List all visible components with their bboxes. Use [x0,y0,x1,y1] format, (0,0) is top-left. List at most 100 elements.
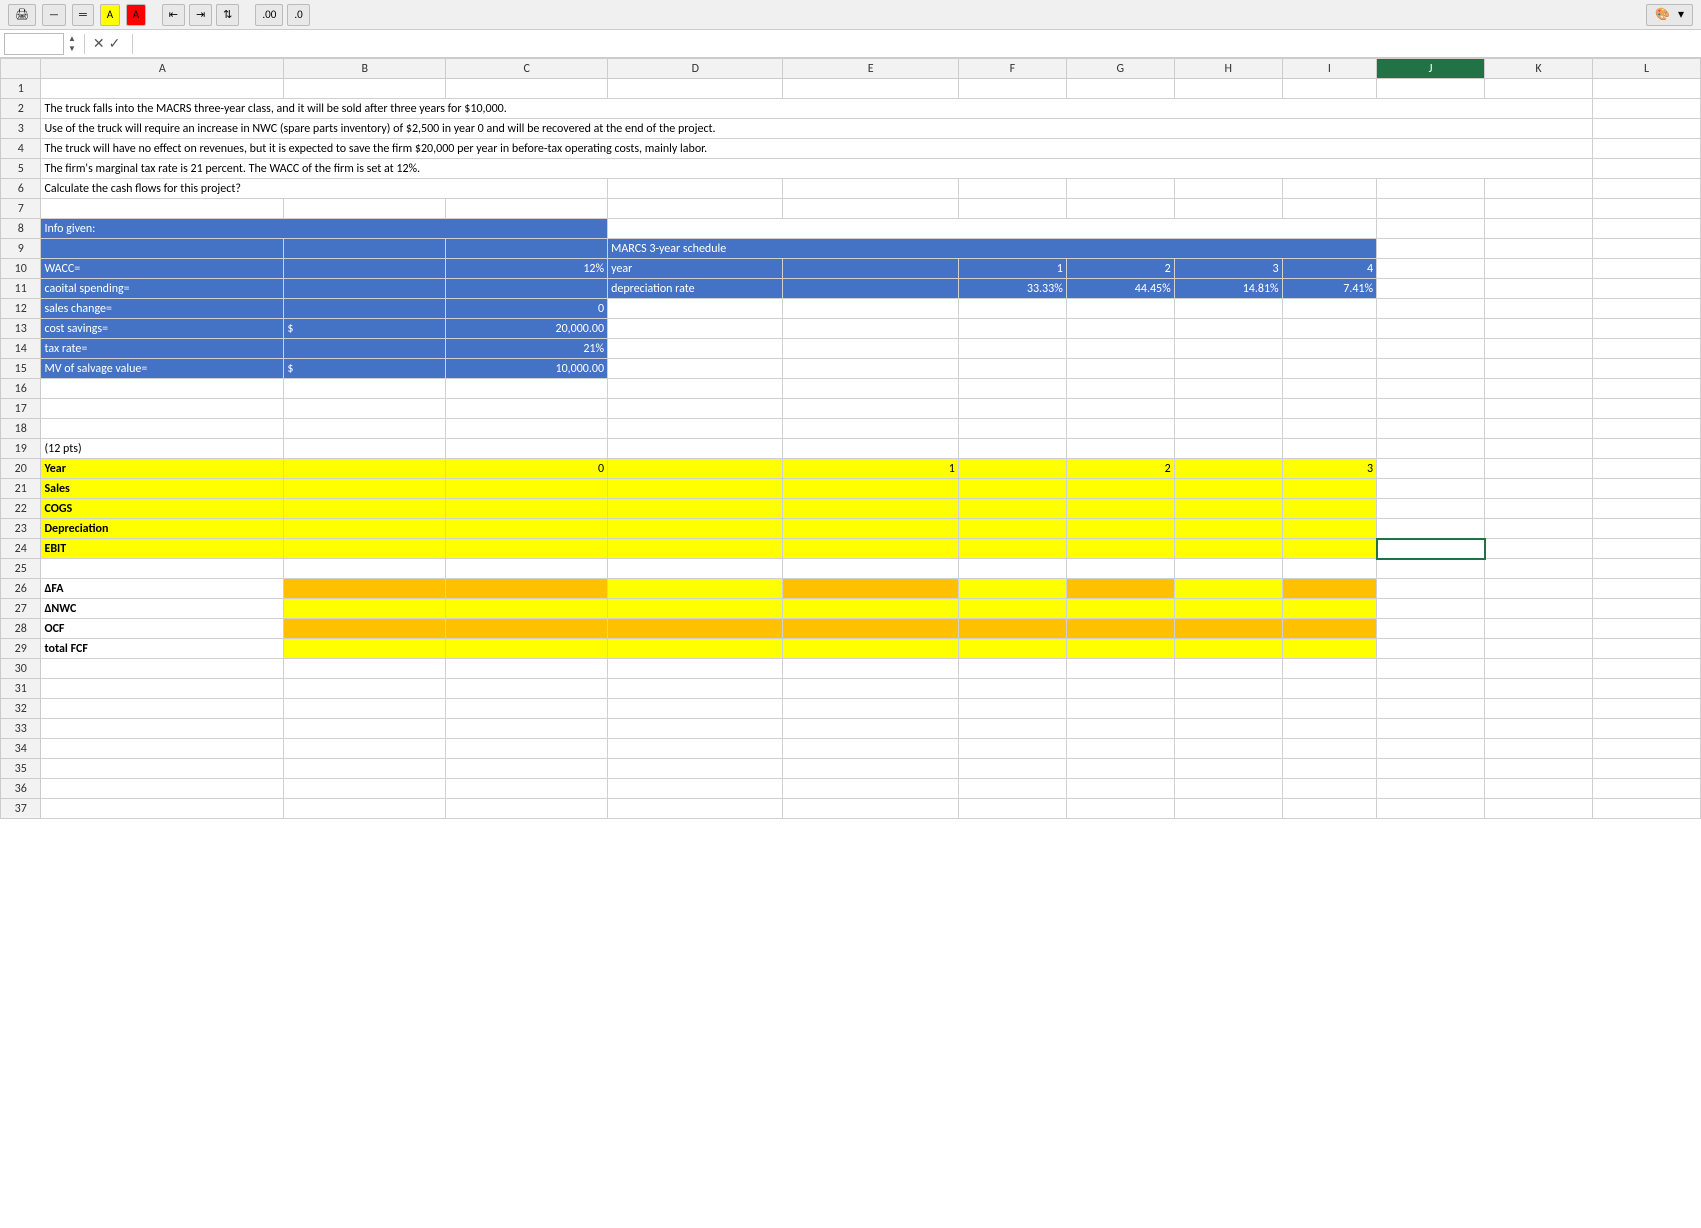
cell[interactable] [608,319,783,339]
cell[interactable] [958,459,1066,479]
empty-cell[interactable] [446,759,608,779]
empty-cell[interactable] [1066,699,1174,719]
cell[interactable] [1592,239,1700,259]
empty-cell[interactable] [1066,559,1174,579]
cell[interactable] [1282,299,1376,319]
cell[interactable] [1066,579,1174,599]
cell[interactable]: The truck will have no effect on revenue… [41,139,1592,159]
cell[interactable] [1174,479,1282,499]
cell[interactable] [284,519,446,539]
cell-reference-box[interactable] [4,33,64,55]
cell[interactable]: WACC= [41,259,284,279]
cell[interactable] [1377,259,1485,279]
empty-cell[interactable] [1485,759,1593,779]
cell[interactable]: ΔFA [41,579,284,599]
cell[interactable] [1377,179,1485,199]
empty-cell[interactable] [284,739,446,759]
empty-cell[interactable] [1377,379,1485,399]
empty-cell[interactable] [958,399,1066,419]
empty-cell[interactable] [783,379,958,399]
empty-cell[interactable] [1282,799,1376,819]
empty-cell[interactable] [1592,399,1700,419]
cell[interactable] [1066,519,1174,539]
cell[interactable]: 2 [1066,459,1174,479]
empty-cell[interactable] [958,739,1066,759]
cell[interactable] [1592,339,1700,359]
cell[interactable] [1377,279,1485,299]
cell[interactable] [783,619,958,639]
cell[interactable] [1592,79,1700,99]
empty-cell[interactable] [783,759,958,779]
cell[interactable] [446,599,608,619]
cell[interactable] [284,639,446,659]
cell[interactable] [1066,499,1174,519]
cell[interactable] [1592,519,1700,539]
cell[interactable] [608,539,783,559]
cell[interactable]: tax rate= [41,339,284,359]
cell[interactable] [1592,179,1700,199]
empty-cell[interactable] [783,739,958,759]
cell[interactable] [446,79,608,99]
empty-cell[interactable] [1485,679,1593,699]
cell[interactable]: Depreciation [41,519,284,539]
cell[interactable] [958,539,1066,559]
cell[interactable] [284,599,446,619]
empty-cell[interactable] [446,679,608,699]
cell[interactable] [608,179,783,199]
empty-cell[interactable] [608,799,783,819]
empty-cell[interactable] [284,719,446,739]
empty-cell[interactable] [41,759,284,779]
cell[interactable] [608,339,783,359]
cell[interactable]: 20,000.00 [446,319,608,339]
cell[interactable] [1174,639,1282,659]
empty-cell[interactable] [1485,379,1593,399]
cell[interactable] [1592,279,1700,299]
cell[interactable] [1377,219,1485,239]
cell[interactable] [1282,179,1376,199]
cell[interactable] [1282,499,1376,519]
cell[interactable] [284,239,446,259]
empty-cell[interactable] [1377,739,1485,759]
cell[interactable] [1377,299,1485,319]
cell[interactable] [958,479,1066,499]
empty-cell[interactable] [958,659,1066,679]
cell[interactable] [1485,299,1593,319]
cell[interactable]: Info given: [41,219,608,239]
cell[interactable] [446,579,608,599]
cell[interactable] [608,579,783,599]
empty-cell[interactable] [284,379,446,399]
cell[interactable]: Sales [41,479,284,499]
cell[interactable]: ΔNWC [41,599,284,619]
cell[interactable] [1592,539,1700,559]
cell[interactable] [446,519,608,539]
empty-cell[interactable] [1282,699,1376,719]
cell[interactable]: The firm's marginal tax rate is 21 perce… [41,159,1592,179]
cell[interactable] [284,259,446,279]
empty-cell[interactable] [41,679,284,699]
empty-cell[interactable] [1377,199,1485,219]
empty-cell[interactable] [1485,659,1593,679]
empty-cell[interactable] [608,739,783,759]
empty-cell[interactable] [41,559,284,579]
empty-cell[interactable] [1592,679,1700,699]
empty-cell[interactable] [1485,719,1593,739]
cell[interactable] [1485,599,1593,619]
empty-cell[interactable] [1592,559,1700,579]
cell[interactable] [608,299,783,319]
empty-cell[interactable] [1066,399,1174,419]
col-header-g[interactable]: G [1066,59,1174,79]
empty-cell[interactable] [608,759,783,779]
empty-cell[interactable] [1282,739,1376,759]
cell[interactable] [608,79,783,99]
cell[interactable] [1377,319,1485,339]
empty-cell[interactable] [1066,719,1174,739]
cell[interactable]: 44.45% [1066,279,1174,299]
cell[interactable] [1066,479,1174,499]
cell[interactable] [1174,319,1282,339]
cell[interactable] [284,479,446,499]
empty-cell[interactable] [41,419,284,439]
empty-cell[interactable] [1066,739,1174,759]
cell[interactable]: 33.33% [958,279,1066,299]
empty-cell[interactable] [1377,759,1485,779]
cell[interactable]: caoital spending= [41,279,284,299]
